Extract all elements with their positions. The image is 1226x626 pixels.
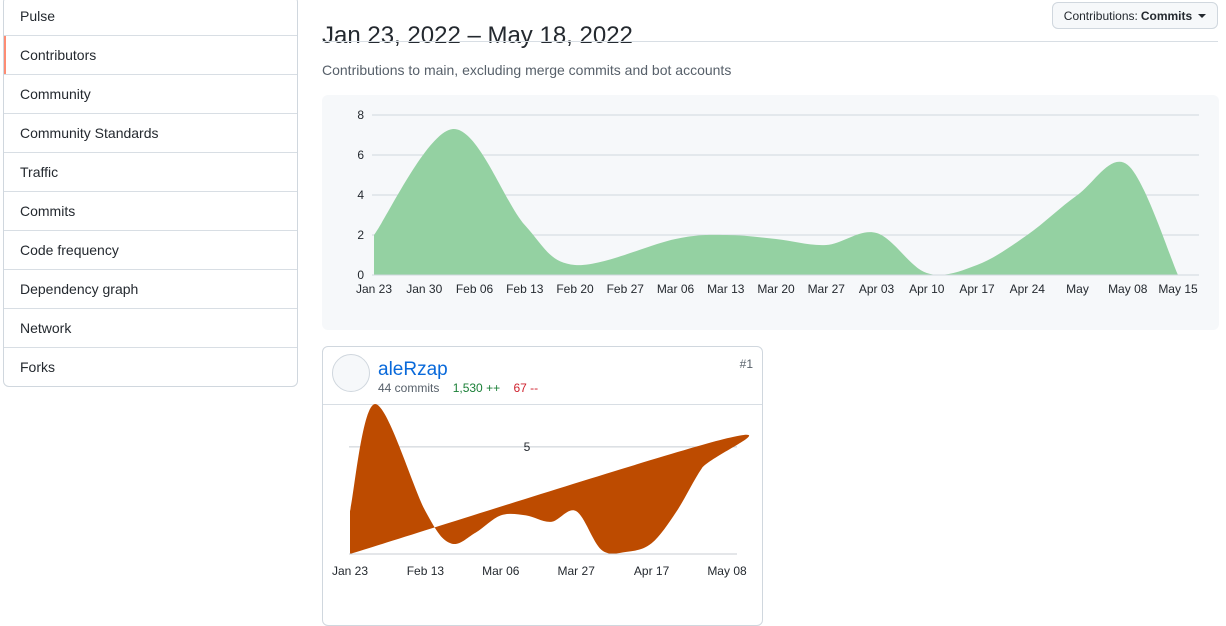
main-chart-svg[interactable]: 8 6 4 2 0Jan 23 Jan 30 Feb 06 Feb 13 Feb 20 Feb 2… xyxy=(322,95,1219,330)
x-tick-label-may-15: May 15 xyxy=(1158,282,1198,296)
x-tick-label-may: May xyxy=(1066,282,1089,296)
contributor-chart-svg[interactable]: 5 Jan 23 Feb 13 Mar 06 Mar 27 Apr 17 May 08 xyxy=(323,404,762,626)
sidebar-item-commits[interactable]: Commits xyxy=(4,191,297,230)
contributions-dropdown-value: Commits xyxy=(1140,8,1193,23)
sidebar-item-code-frequency[interactable]: Code frequency xyxy=(4,230,297,269)
x-tick-label-may-08: May 08 xyxy=(707,564,747,578)
contributions-type-dropdown[interactable]: Contributions: Commits xyxy=(1052,2,1218,29)
y-tick-label: 8 xyxy=(357,108,364,122)
x-tick-label-feb-27: Feb 27 xyxy=(607,282,645,296)
contributor-deletions: 67 -- xyxy=(513,381,539,395)
contributor-commits-link[interactable]: 44 commits xyxy=(378,381,439,395)
sidebar-item-network[interactable]: Network xyxy=(4,308,297,347)
x-tick-label-mar-27: Mar 27 xyxy=(558,564,596,578)
x-tick-label-mar-20: Mar 20 xyxy=(757,282,795,296)
x-tick-label-mar-27: Mar 27 xyxy=(808,282,846,296)
contributions-subtitle: Contributions to main, excluding merge c… xyxy=(322,62,732,78)
y-tick-label: 0 xyxy=(357,268,364,282)
sidebar-item-forks[interactable]: Forks xyxy=(4,347,297,386)
x-tick-label-mar-06: Mar 06 xyxy=(657,282,695,296)
contributions-dropdown-prefix: Contributions: xyxy=(1063,8,1138,23)
contributor-stats: 44 commits 1,530 ++ 67 -- xyxy=(378,381,538,395)
contributor-username-link[interactable]: aleRzap xyxy=(378,359,448,381)
x-tick-label-apr-17: Apr 17 xyxy=(959,282,995,296)
date-range-title: Jan 23, 2022 – May 18, 2022 xyxy=(322,21,633,49)
sidebar-item-community[interactable]: Community xyxy=(4,74,297,113)
x-tick-label-apr-10: Apr 10 xyxy=(909,282,945,296)
x-tick-label-jan-23: Jan 23 xyxy=(356,282,392,296)
x-tick-label-mar-06: Mar 06 xyxy=(482,564,520,578)
sidebar-item-community-standards[interactable]: Community Standards xyxy=(4,113,297,152)
avatar[interactable] xyxy=(332,354,370,392)
x-tick-label-feb-20: Feb 20 xyxy=(556,282,594,296)
y-tick-label: 2 xyxy=(357,228,364,242)
sidebar-item-contributors[interactable]: Contributors xyxy=(4,35,297,74)
repo-insights-sidebar: Pulse Contributors Community Community Stan… xyxy=(3,0,298,387)
y-tick-label: 5 xyxy=(524,440,531,454)
sidebar-item-pulse[interactable]: Pulse xyxy=(4,0,297,35)
area-series xyxy=(350,404,750,554)
y-tick-label: 4 xyxy=(357,188,364,202)
x-tick-label-feb-06: Feb 06 xyxy=(456,282,494,296)
x-tick-label-jan-30: Jan 30 xyxy=(406,282,442,296)
x-tick-label-apr-17: Apr 17 xyxy=(634,564,670,578)
sidebar-item-dependency-graph[interactable]: Dependency graph xyxy=(4,269,297,308)
x-tick-label-feb-13: Feb 13 xyxy=(407,564,445,578)
header-divider xyxy=(322,41,1218,42)
y-tick-label: 6 xyxy=(357,148,364,162)
contributor-rank: #1 xyxy=(739,357,753,371)
x-tick-label-apr-24: Apr 24 xyxy=(1010,282,1046,296)
contributor-additions: 1,530 ++ xyxy=(452,381,501,395)
main-contributions-chart: 8 6 4 2 0 Jan 23 Jan 30 Feb 06 Feb 13 Feb 20 Feb 2… xyxy=(322,95,1219,330)
x-tick-label-mar-13: Mar 13 xyxy=(707,282,745,296)
caret-down-icon xyxy=(1198,13,1207,18)
contributor-card-header: aleRzap 44 commits 1,530 ++ 67 -- #1 xyxy=(323,347,762,405)
x-tick-label-may-08: May 08 xyxy=(1108,282,1148,296)
area-series xyxy=(374,128,1178,275)
sidebar-item-traffic[interactable]: Traffic xyxy=(4,152,297,191)
x-tick-label-jan-23: Jan 23 xyxy=(332,564,368,578)
x-tick-label-apr-03: Apr 03 xyxy=(859,282,895,296)
contributor-card: aleRzap 44 commits 1,530 ++ 67 -- #1 5 Ja… xyxy=(322,346,763,626)
x-tick-label-feb-13: Feb 13 xyxy=(506,282,544,296)
